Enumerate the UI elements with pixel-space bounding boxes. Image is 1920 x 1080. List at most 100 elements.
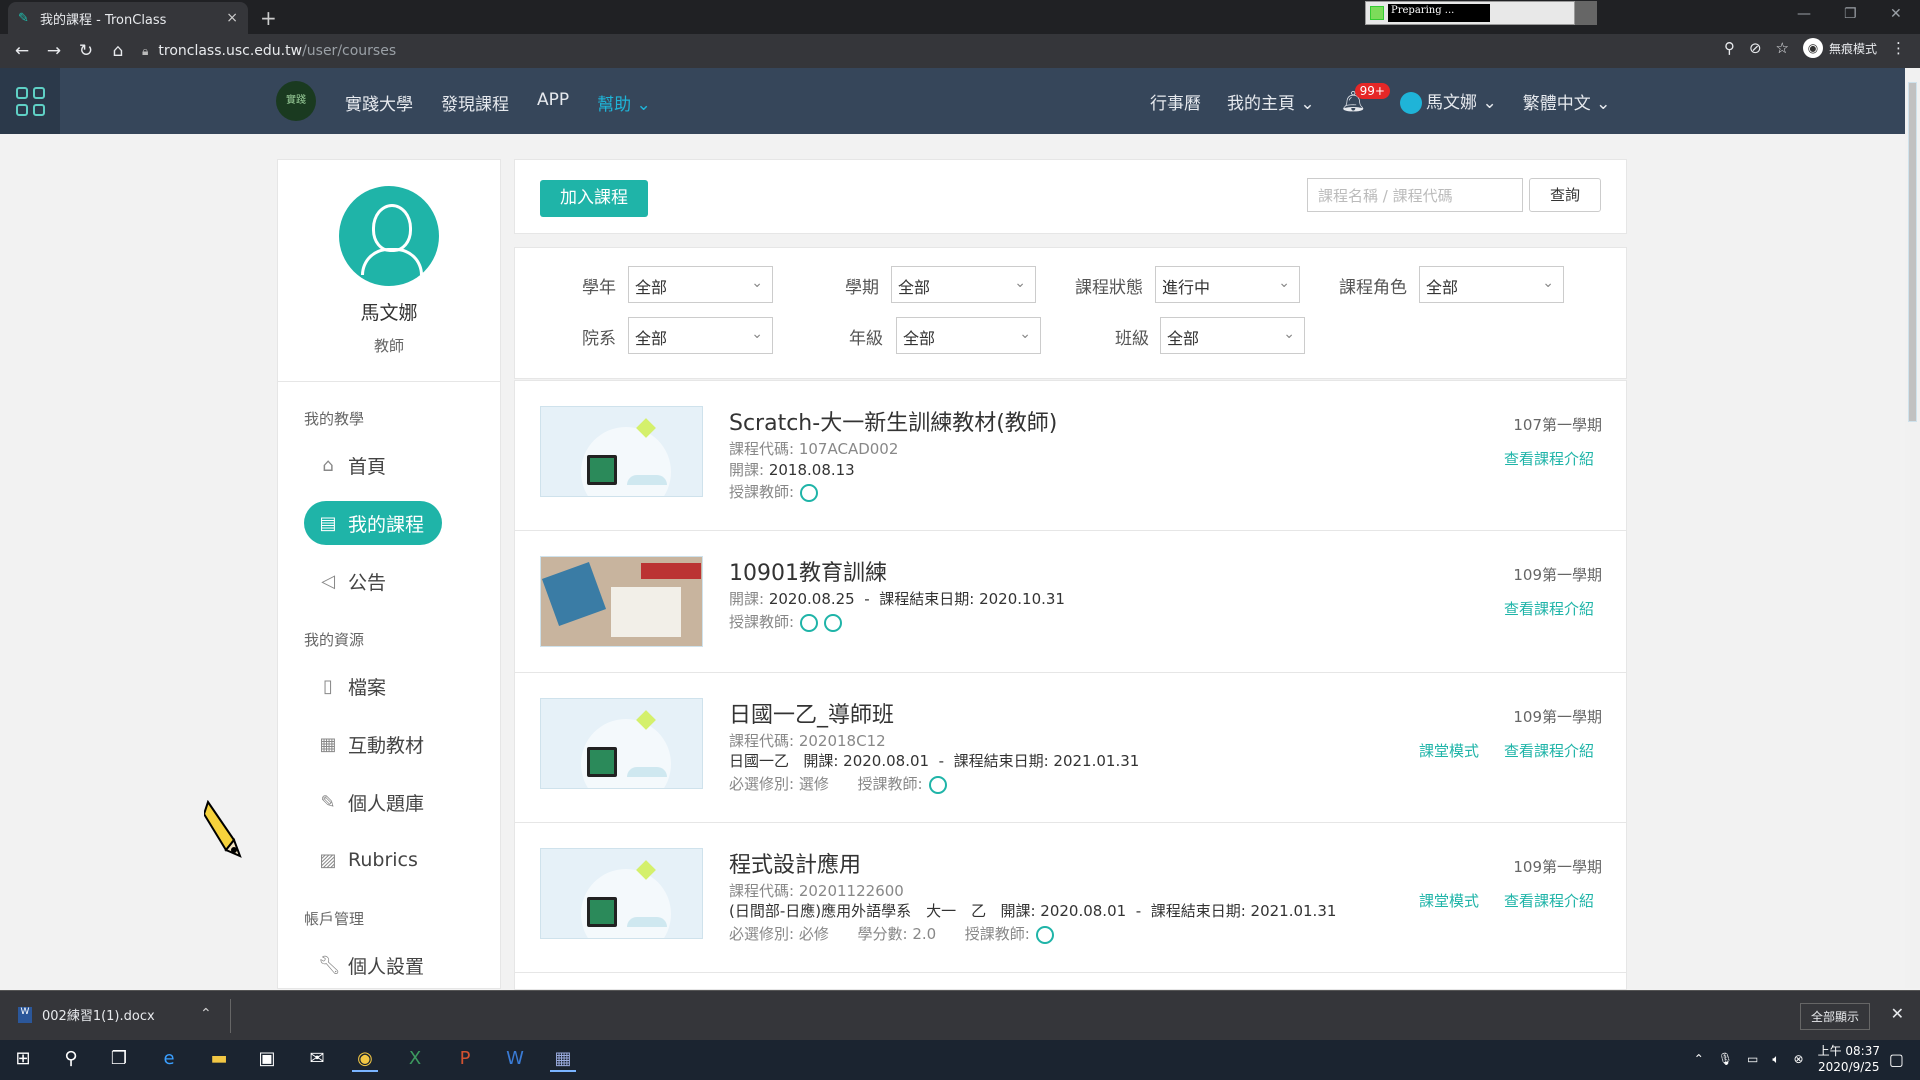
nav-help[interactable]: 幫助 ⌄	[597, 90, 651, 115]
sidebar-item-home[interactable]: ⌂ 首頁	[304, 443, 442, 487]
course-title[interactable]: Scratch-大一新生訓練教材(教師)	[729, 405, 1057, 437]
browser-tab[interactable]: ✎ 我的課程 - TronClass ×	[8, 2, 248, 34]
address-bar[interactable]: 🔒︎ tronclass.usc.edu.tw/user/courses	[142, 38, 1682, 64]
word-icon[interactable]: W	[502, 1048, 528, 1072]
course-thumbnail[interactable]	[540, 848, 703, 939]
course-intro-link[interactable]: 查看課程介紹	[1504, 598, 1594, 619]
search-icon[interactable]: ⚲	[58, 1048, 84, 1072]
school-logo[interactable]: 實踐	[276, 81, 316, 121]
course-thumbnail[interactable]	[540, 406, 703, 497]
teacher-avatar-icon[interactable]	[824, 613, 843, 632]
download-item[interactable]: W 002練習1(1).docx	[18, 1005, 155, 1024]
incognito-indicator[interactable]: ◉ 無痕模式	[1802, 38, 1877, 58]
nav-usc[interactable]: 實踐大學	[345, 90, 413, 115]
lock-icon: 🔒︎	[142, 43, 149, 58]
filter-role-select[interactable]: 全部 ⌄	[1419, 266, 1564, 303]
taskbar-clock[interactable]: 上午 08:37 2020/9/25	[1818, 1043, 1880, 1075]
user-menu[interactable]: 馬文娜 ⌄	[1400, 88, 1497, 114]
filter-year-select[interactable]: 全部 ⌄	[628, 266, 773, 303]
minimize-icon[interactable]: —	[1797, 6, 1811, 22]
course-intro-link[interactable]: 查看課程介紹	[1504, 890, 1594, 911]
course-title[interactable]: 日國一乙_導師班	[729, 697, 894, 729]
teacher-avatar-icon[interactable]	[800, 483, 819, 502]
edge-icon[interactable]: e	[156, 1048, 182, 1072]
volume-icon[interactable]: 🔈︎	[1772, 1052, 1779, 1067]
recorder-app-icon[interactable]: ▦	[550, 1048, 576, 1072]
sidebar-item-question-bank[interactable]: ✎ 個人題庫	[304, 780, 454, 824]
nav-discover-courses[interactable]: 發現課程	[441, 90, 509, 115]
mail-icon[interactable]: ✉	[304, 1048, 330, 1072]
filter-grade-select[interactable]: 全部 ⌄	[896, 317, 1041, 354]
filter-status-select[interactable]: 進行中 ⌄	[1155, 266, 1300, 303]
store-icon[interactable]: ▣	[254, 1048, 280, 1072]
task-view-icon[interactable]: ❐	[106, 1048, 132, 1072]
course-search-input[interactable]: 課程名稱 / 課程代碼	[1307, 178, 1523, 212]
scrollbar-thumb[interactable]	[1908, 82, 1917, 422]
teacher-avatar-icon[interactable]	[1035, 925, 1054, 944]
back-icon[interactable]: ←	[6, 41, 38, 61]
chevron-up-icon[interactable]: ⌃	[200, 1006, 212, 1022]
tracking-off-icon[interactable]: ⊘	[1749, 39, 1762, 57]
course-intro-link[interactable]: 查看課程介紹	[1504, 740, 1594, 761]
notification-bell[interactable]: 🔔︎ 99+	[1341, 83, 1390, 113]
sidebar-item-files[interactable]: ▯ 檔案	[304, 664, 442, 708]
classroom-mode-link[interactable]: 課堂模式	[1419, 890, 1479, 911]
course-item[interactable]: 10901教育訓練 開課: 2020.08.25 - 課程結束日期: 2020.…	[515, 531, 1626, 673]
nav-app[interactable]: APP	[537, 90, 569, 115]
profile-avatar[interactable]	[339, 186, 439, 286]
course-teacher-label: 授課教師:	[729, 483, 795, 501]
microphone-icon[interactable]: 🎙︎	[1718, 1052, 1733, 1066]
join-course-button[interactable]: 加入課程	[540, 180, 648, 217]
filter-semester-select[interactable]: 全部 ⌄	[891, 266, 1036, 303]
language-icon[interactable]: ⊗	[1794, 1052, 1804, 1066]
new-tab-button[interactable]: +	[260, 6, 277, 30]
action-center-icon[interactable]: ▢	[1889, 1050, 1904, 1069]
restore-icon[interactable]: ❐	[1844, 6, 1857, 22]
filter-dept-select[interactable]: 全部 ⌄	[628, 317, 773, 354]
zoom-icon[interactable]: ⚲	[1724, 39, 1735, 57]
bookmark-star-icon[interactable]: ☆	[1776, 39, 1789, 57]
windows-start-icon[interactable]: ⊞	[10, 1048, 36, 1072]
query-button[interactable]: 查詢	[1529, 178, 1601, 212]
nav-my-home[interactable]: 我的主頁 ⌄	[1227, 89, 1315, 114]
page-scrollbar[interactable]	[1905, 68, 1920, 988]
classroom-mode-link[interactable]: 課堂模式	[1419, 740, 1479, 761]
menu-kebab-icon[interactable]: ⋮	[1891, 39, 1906, 57]
sidebar-item-settings[interactable]: 🔧︎ 個人設置	[304, 943, 454, 987]
preparing-extension	[1575, 1, 1597, 25]
course-thumbnail[interactable]	[540, 556, 703, 647]
reload-icon[interactable]: ↻	[70, 41, 102, 61]
course-thumbnail[interactable]	[540, 698, 703, 789]
window-close-icon[interactable]: ✕	[1890, 6, 1902, 22]
windows-taskbar: ⊞ ⚲ ❐ e ▬ ▣ ✉ ◉ X P W ▦ ⌃ 🎙︎ ▭ 🔈︎ ⊗ 上午 0…	[0, 1040, 1920, 1080]
teacher-avatar-icon[interactable]	[800, 613, 819, 632]
app-switcher[interactable]	[0, 68, 60, 134]
network-icon[interactable]: ▭	[1747, 1052, 1758, 1066]
home-icon[interactable]: ⌂	[102, 41, 134, 61]
sidebar-item-my-courses[interactable]: ▤ 我的課程	[304, 501, 442, 545]
course-item[interactable]: Scratch-大一新生訓練教材(教師) 課程代碼: 107ACAD002 開課…	[515, 381, 1626, 531]
sidebar-item-interactive[interactable]: ▦ 互動教材	[304, 722, 454, 766]
file-explorer-icon[interactable]: ▬	[206, 1048, 232, 1072]
close-downloads-icon[interactable]: ✕	[1891, 1004, 1904, 1023]
course-item[interactable]: 程式設計應用 課程代碼: 20201122600 (日間部-日應)應用外語學系 …	[515, 823, 1626, 973]
notification-count-badge: 99+	[1354, 83, 1390, 99]
language-menu[interactable]: 繁體中文 ⌄	[1523, 89, 1611, 114]
nav-calendar[interactable]: 行事曆	[1150, 89, 1201, 114]
teacher-avatar-icon[interactable]	[928, 775, 947, 794]
show-all-downloads-button[interactable]: 全部顯示	[1799, 1003, 1870, 1030]
tab-close-icon[interactable]: ×	[226, 10, 238, 26]
tray-expand-icon[interactable]: ⌃	[1694, 1052, 1704, 1066]
course-date-line: 日國一乙 開課: 2020.08.01 - 課程結束日期: 2021.01.31	[729, 752, 1140, 770]
course-title[interactable]: 程式設計應用	[729, 847, 861, 879]
course-intro-link[interactable]: 查看課程介紹	[1504, 448, 1594, 469]
course-item[interactable]: 日國一乙_導師班 課程代碼: 202018C12 日國一乙 開課: 2020.0…	[515, 673, 1626, 823]
filter-class-select[interactable]: 全部 ⌄	[1160, 317, 1305, 354]
powerpoint-icon[interactable]: P	[452, 1048, 478, 1072]
excel-icon[interactable]: X	[402, 1048, 428, 1072]
forward-icon[interactable]: →	[38, 41, 70, 61]
sidebar-item-rubrics[interactable]: ▨ Rubrics	[304, 838, 442, 882]
sidebar-item-announcements[interactable]: ◁ 公告	[304, 559, 442, 603]
chrome-icon[interactable]: ◉	[352, 1048, 378, 1072]
course-title[interactable]: 10901教育訓練	[729, 555, 887, 587]
